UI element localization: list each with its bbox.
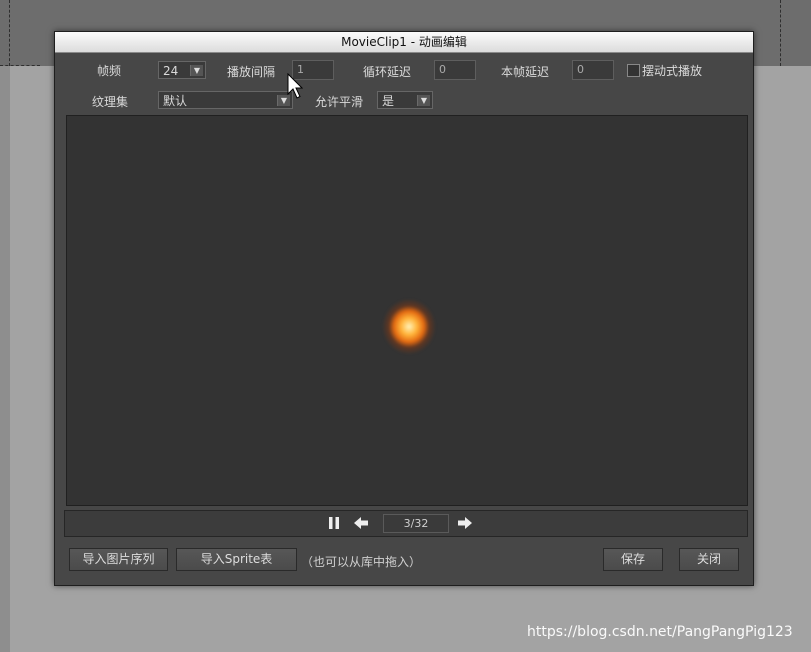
save-button[interactable]: 保存 (603, 548, 663, 571)
close-button[interactable]: 关闭 (679, 548, 739, 571)
animation-preview-canvas[interactable] (66, 115, 748, 506)
fps-label: 帧频 (97, 64, 122, 78)
smoothing-select[interactable]: 是 ▼ (377, 91, 433, 109)
loop-delay-input[interactable]: 0 (434, 60, 476, 80)
fps-value: 24 (163, 64, 179, 78)
import-sequence-button[interactable]: 导入图片序列 (69, 548, 168, 571)
fire-sprite-frame (382, 286, 436, 356)
previous-frame-icon[interactable] (353, 516, 369, 533)
guide-line-horizontal (0, 65, 40, 66)
pause-icon[interactable] (327, 516, 341, 533)
swing-label: 摆动式播放 (642, 64, 703, 78)
playback-controls: 3/32 (64, 510, 748, 537)
smoothing-label: 允许平滑 (315, 95, 364, 109)
chevron-down-icon: ▼ (190, 65, 203, 76)
chevron-down-icon: ▼ (417, 95, 430, 106)
frame-delay-input[interactable]: 0 (572, 60, 614, 80)
drag-hint: （也可以从库中拖入） (301, 555, 422, 569)
guide-line-vertical-right (780, 0, 781, 66)
fps-select[interactable]: 24 ▼ (158, 61, 206, 79)
import-sprite-button[interactable]: 导入Sprite表 (176, 548, 297, 571)
next-frame-icon[interactable] (457, 516, 473, 533)
swing-checkbox[interactable] (627, 64, 640, 77)
frame-indicator[interactable]: 3/32 (383, 514, 449, 533)
background-left-strip (0, 66, 10, 652)
texture-value: 默认 (163, 94, 188, 108)
dialog-title: MovieClip1 - 动画编辑 (55, 32, 753, 53)
frame-delay-label: 本帧延迟 (501, 65, 550, 79)
mouse-cursor-icon (287, 73, 303, 99)
animation-editor-dialog: MovieClip1 - 动画编辑 帧频 24 ▼ 播放间隔 1 循环延迟 0 … (54, 31, 754, 586)
guide-line-vertical (9, 0, 10, 66)
smoothing-value: 是 (382, 94, 395, 108)
texture-select[interactable]: 默认 ▼ (158, 91, 293, 109)
watermark: https://blog.csdn.net/PangPangPig123 (527, 624, 793, 640)
texture-label: 纹理集 (92, 95, 129, 109)
interval-label: 播放间隔 (227, 65, 276, 79)
loop-delay-label: 循环延迟 (363, 65, 412, 79)
